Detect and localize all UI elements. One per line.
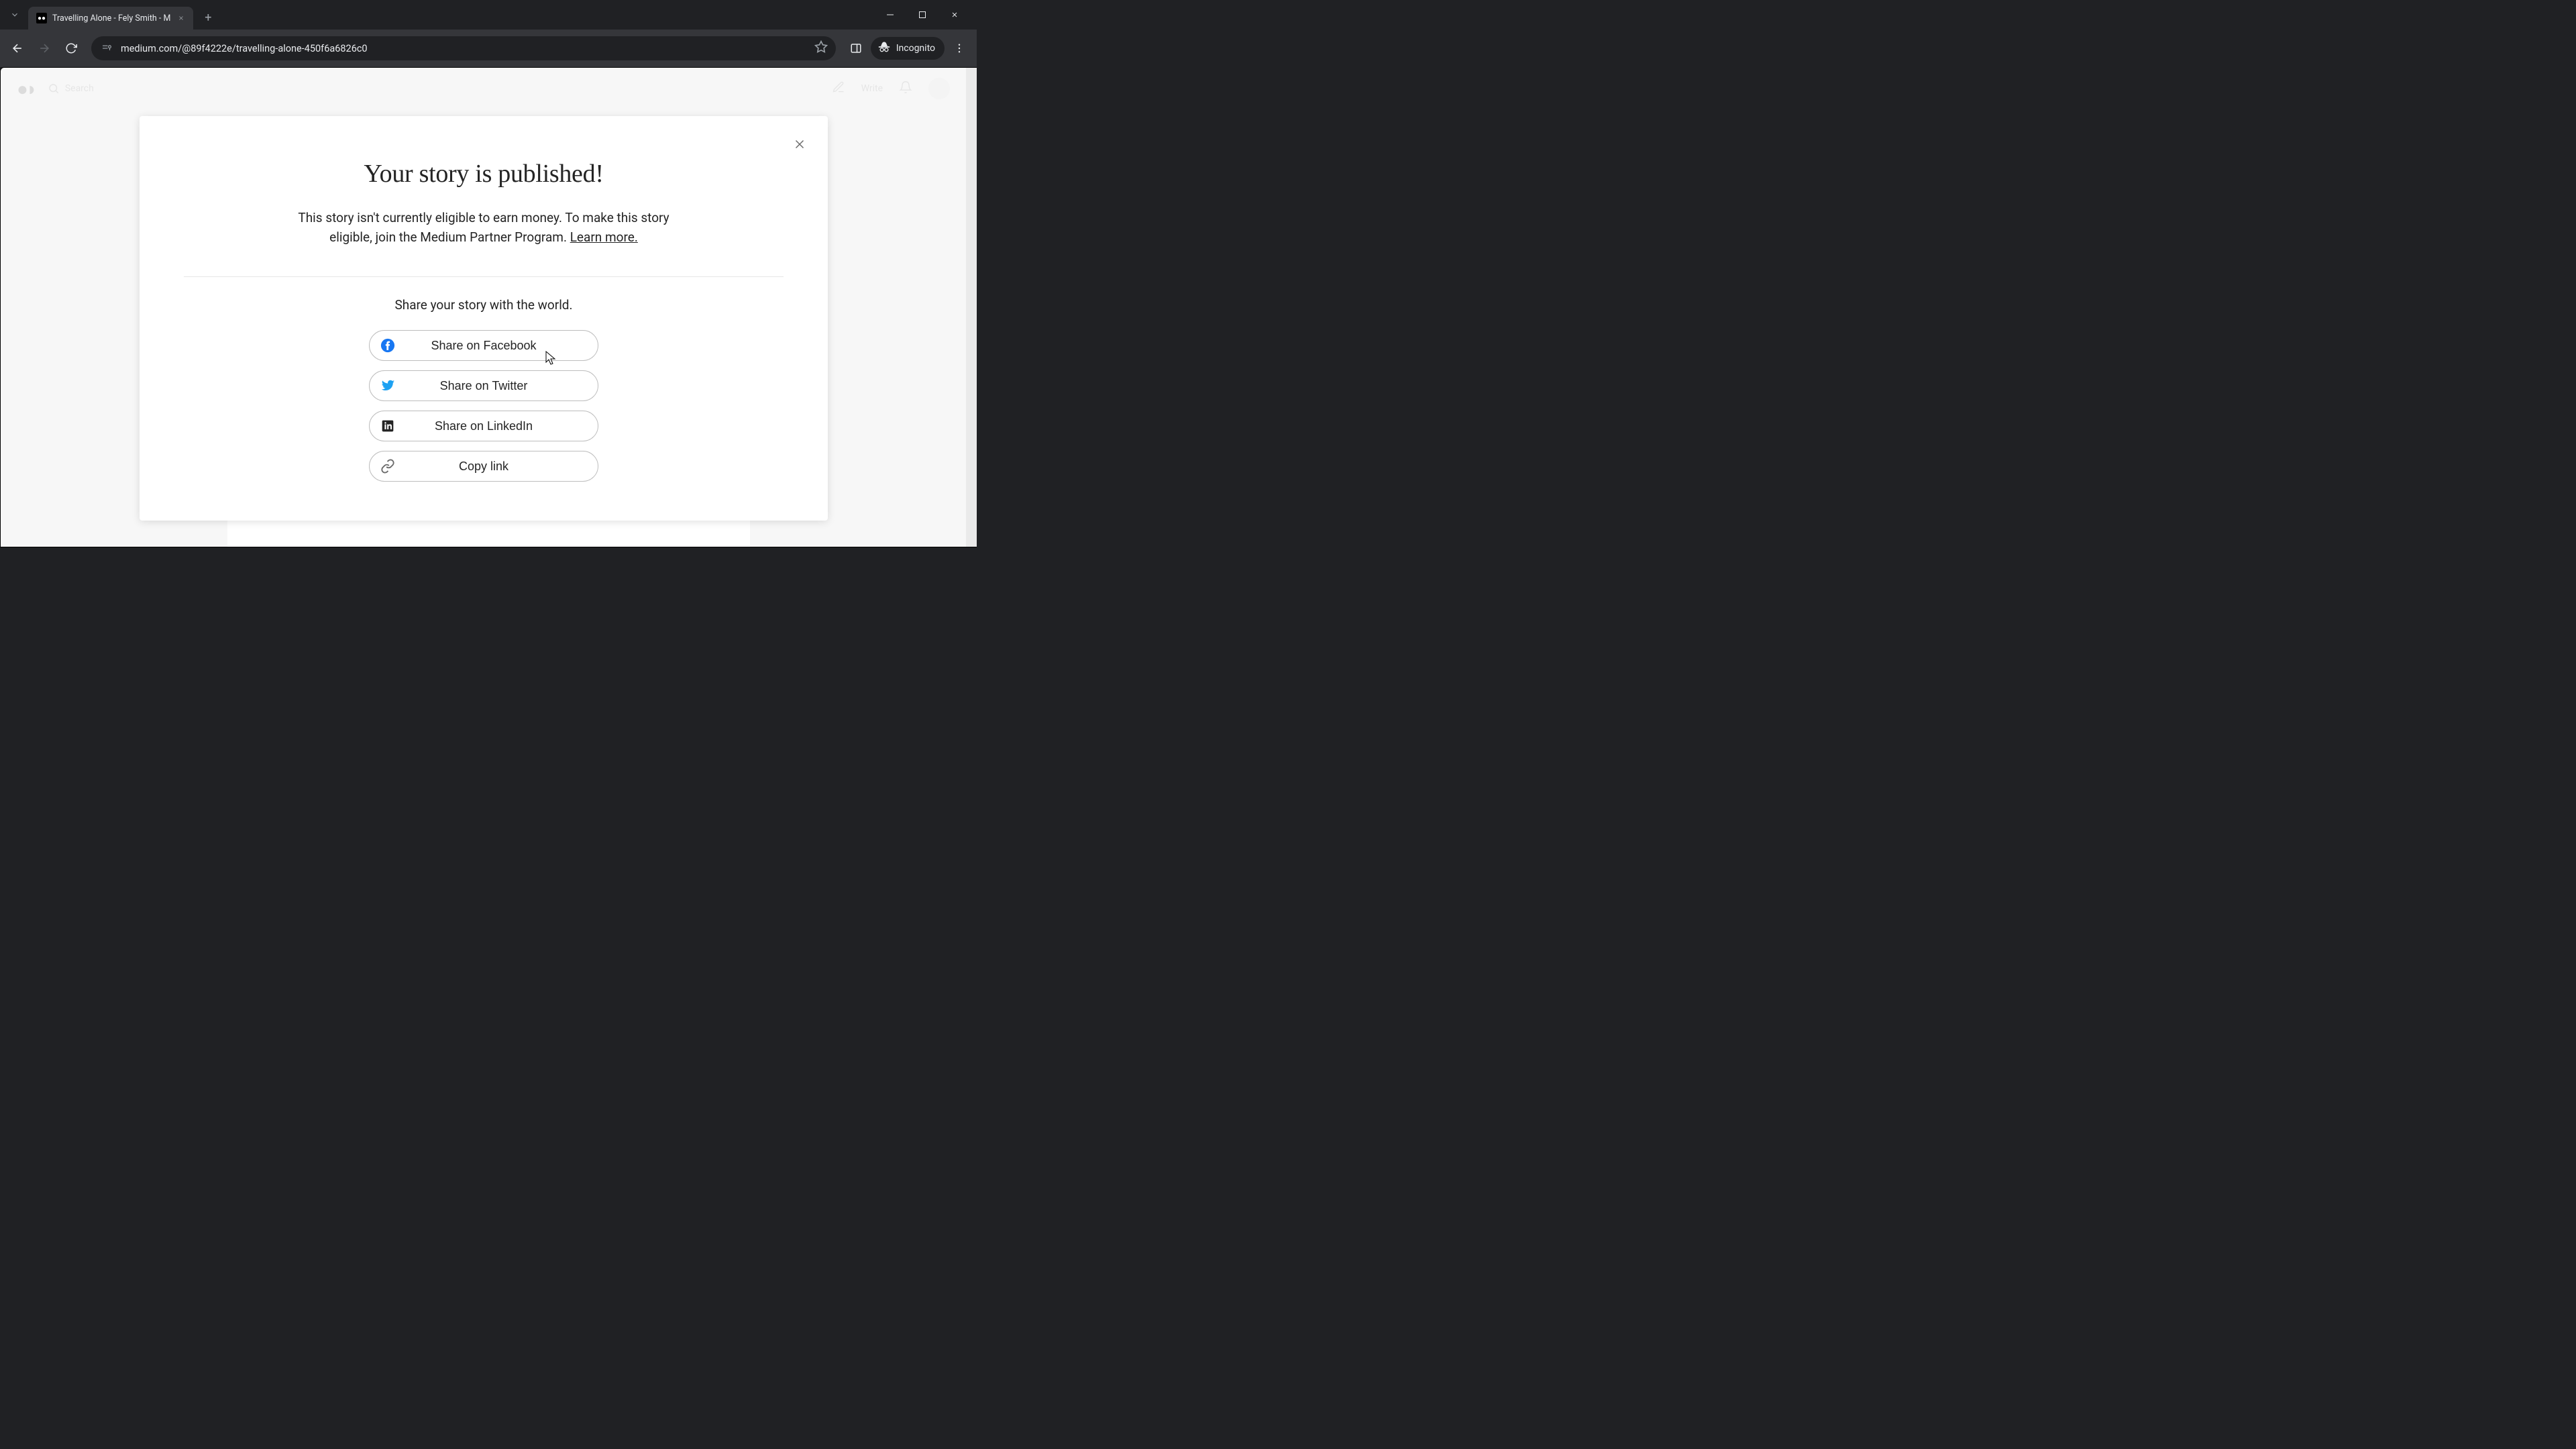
scrollbar[interactable]	[966, 68, 977, 547]
article-background-strip	[227, 519, 750, 547]
address-bar[interactable]: medium.com/@89f4222e/travelling-alone-45…	[91, 36, 836, 60]
published-modal: Your story is published! This story isn'…	[140, 116, 828, 521]
side-panel-icon[interactable]	[844, 36, 868, 60]
browser-menu-button[interactable]	[947, 36, 971, 60]
share-linkedin-button[interactable]: Share on LinkedIn	[369, 411, 598, 441]
new-tab-button[interactable]: +	[199, 8, 217, 27]
back-button[interactable]	[5, 36, 30, 60]
link-icon	[380, 459, 395, 474]
copy-link-label: Copy link	[459, 460, 508, 474]
reload-button[interactable]	[59, 36, 83, 60]
browser-titlebar: ●● Travelling Alone - Fely Smith - M +	[0, 0, 977, 30]
window-maximize-button[interactable]	[912, 5, 932, 25]
incognito-badge[interactable]: Incognito	[871, 37, 945, 60]
bookmark-star-icon[interactable]	[814, 40, 828, 56]
copy-link-button[interactable]: Copy link	[369, 451, 598, 482]
tab-search-dropdown[interactable]	[5, 5, 24, 24]
url-text: medium.com/@89f4222e/travelling-alone-45…	[121, 43, 808, 54]
tab-title: Travelling Alone - Fely Smith - M	[52, 13, 170, 23]
medium-favicon-icon: ●●	[36, 13, 47, 23]
modal-title: Your story is published!	[184, 159, 784, 189]
close-modal-button[interactable]	[790, 135, 809, 154]
twitter-icon	[380, 378, 395, 393]
linkedin-icon	[380, 419, 395, 433]
share-linkedin-label: Share on LinkedIn	[435, 419, 533, 433]
avatar	[928, 78, 950, 99]
facebook-icon	[380, 338, 395, 353]
close-tab-icon[interactable]	[176, 13, 186, 23]
write-icon	[832, 80, 845, 97]
browser-toolbar: medium.com/@89f4222e/travelling-alone-45…	[0, 30, 977, 67]
modal-subtitle: This story isn't currently eligible to e…	[296, 209, 672, 247]
window-minimize-button[interactable]	[880, 5, 900, 25]
share-twitter-button[interactable]: Share on Twitter	[369, 370, 598, 401]
site-info-icon[interactable]	[99, 41, 114, 56]
share-facebook-label: Share on Facebook	[431, 339, 536, 353]
forward-button[interactable]	[32, 36, 56, 60]
incognito-label: Incognito	[896, 43, 935, 54]
share-prompt: Share your story with the world.	[184, 297, 784, 313]
share-facebook-button[interactable]: Share on Facebook	[369, 330, 598, 361]
share-buttons-group: Share on Facebook Share on Twitter Share…	[184, 330, 784, 482]
modal-divider	[184, 276, 784, 277]
browser-tab[interactable]: ●● Travelling Alone - Fely Smith - M	[28, 7, 193, 30]
search-placeholder: Search	[65, 83, 94, 94]
search-field: Search	[48, 83, 94, 95]
write-label: Write	[861, 83, 883, 94]
medium-logo-icon: ●◗	[17, 78, 36, 100]
bell-icon	[899, 80, 912, 97]
page-content: ●◗ Search Write Your story is published!…	[0, 67, 977, 547]
medium-header-dimmed: ●◗ Search Write	[1, 68, 966, 109]
incognito-icon	[877, 40, 891, 56]
learn-more-link[interactable]: Learn more.	[570, 229, 638, 245]
share-twitter-label: Share on Twitter	[440, 379, 528, 393]
window-close-button[interactable]	[945, 5, 965, 25]
